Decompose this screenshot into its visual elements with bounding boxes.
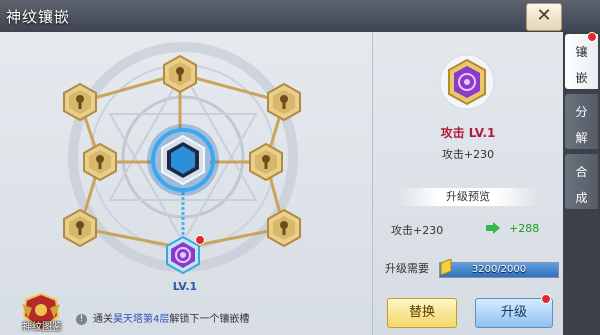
need-progress-bar: 3200/2000: [439, 262, 559, 278]
title-bar: 神纹镶嵌 ✕: [0, 0, 600, 32]
arrow-right-icon: [486, 222, 500, 234]
close-icon: ✕: [536, 5, 552, 26]
locked-socket[interactable]: [264, 208, 304, 248]
unlock-hint: ! 通关昊天塔第4层解锁下一个镶嵌槽: [76, 310, 366, 328]
tab-inlay-label-2: 嵌: [575, 71, 588, 85]
tab-synthesize[interactable]: 合成: [565, 154, 598, 209]
upgrade-preview-row: 攻击+230 +288: [391, 222, 551, 238]
need-value: 3200/2000: [471, 264, 527, 275]
upgrade-preview-title: 升级预览: [397, 188, 539, 206]
tab-inlay[interactable]: 镶嵌: [565, 34, 598, 89]
locked-socket[interactable]: [160, 54, 200, 94]
hint-suffix: 解锁下一个镶嵌槽: [169, 314, 250, 325]
gem-name: 攻击 LV.1: [440, 126, 496, 140]
locked-socket[interactable]: [264, 82, 304, 122]
window-title: 神纹镶嵌: [6, 8, 71, 26]
preview-current: 攻击+230: [391, 224, 444, 237]
locked-socket[interactable]: [60, 82, 100, 122]
tab-decompose-label-1: 分: [575, 105, 588, 119]
info-icon: !: [76, 313, 87, 325]
hint-highlight: 昊天塔第4层: [113, 314, 170, 325]
upgrade-requirement: 升级需要 3200/2000: [385, 259, 559, 278]
close-button[interactable]: ✕: [526, 3, 562, 31]
replace-button[interactable]: 替换: [387, 298, 457, 328]
notification-dot: [195, 235, 205, 245]
locked-socket[interactable]: [246, 142, 286, 182]
need-label: 升级需要: [385, 262, 429, 275]
locked-socket[interactable]: [60, 208, 100, 248]
upgrade-button[interactable]: 升级: [475, 298, 553, 328]
rune-codex-label[interactable]: 神纹图鉴: [14, 318, 70, 333]
socket-level: LV.1: [172, 280, 198, 293]
tab-decompose-label-2: 解: [575, 131, 588, 145]
side-tabs: 镶嵌 分解 合成: [563, 32, 600, 335]
game-window: 神纹镶嵌 ✕ LV.1 ! 通关昊天塔第4层解锁下一个镶嵌槽 神纹图鉴 攻击 L…: [0, 0, 600, 335]
notification-dot: [587, 32, 597, 42]
gem-detail-panel: 攻击 LV.1 攻击+230 升级预览 攻击+230 +288 升级需要 320…: [373, 32, 563, 335]
locked-socket[interactable]: [80, 142, 120, 182]
tab-decompose[interactable]: 分解: [565, 94, 598, 149]
attack-gem-icon: [439, 54, 495, 110]
gem-stat: 攻击+230: [441, 148, 495, 161]
tab-synthesize-label-1: 合: [575, 165, 588, 179]
preview-next: +288: [509, 222, 540, 235]
tab-synthesize-label-2: 成: [575, 191, 588, 205]
hint-prefix: 通关: [93, 314, 113, 325]
material-icon: [440, 259, 452, 275]
notification-dot: [541, 294, 551, 304]
